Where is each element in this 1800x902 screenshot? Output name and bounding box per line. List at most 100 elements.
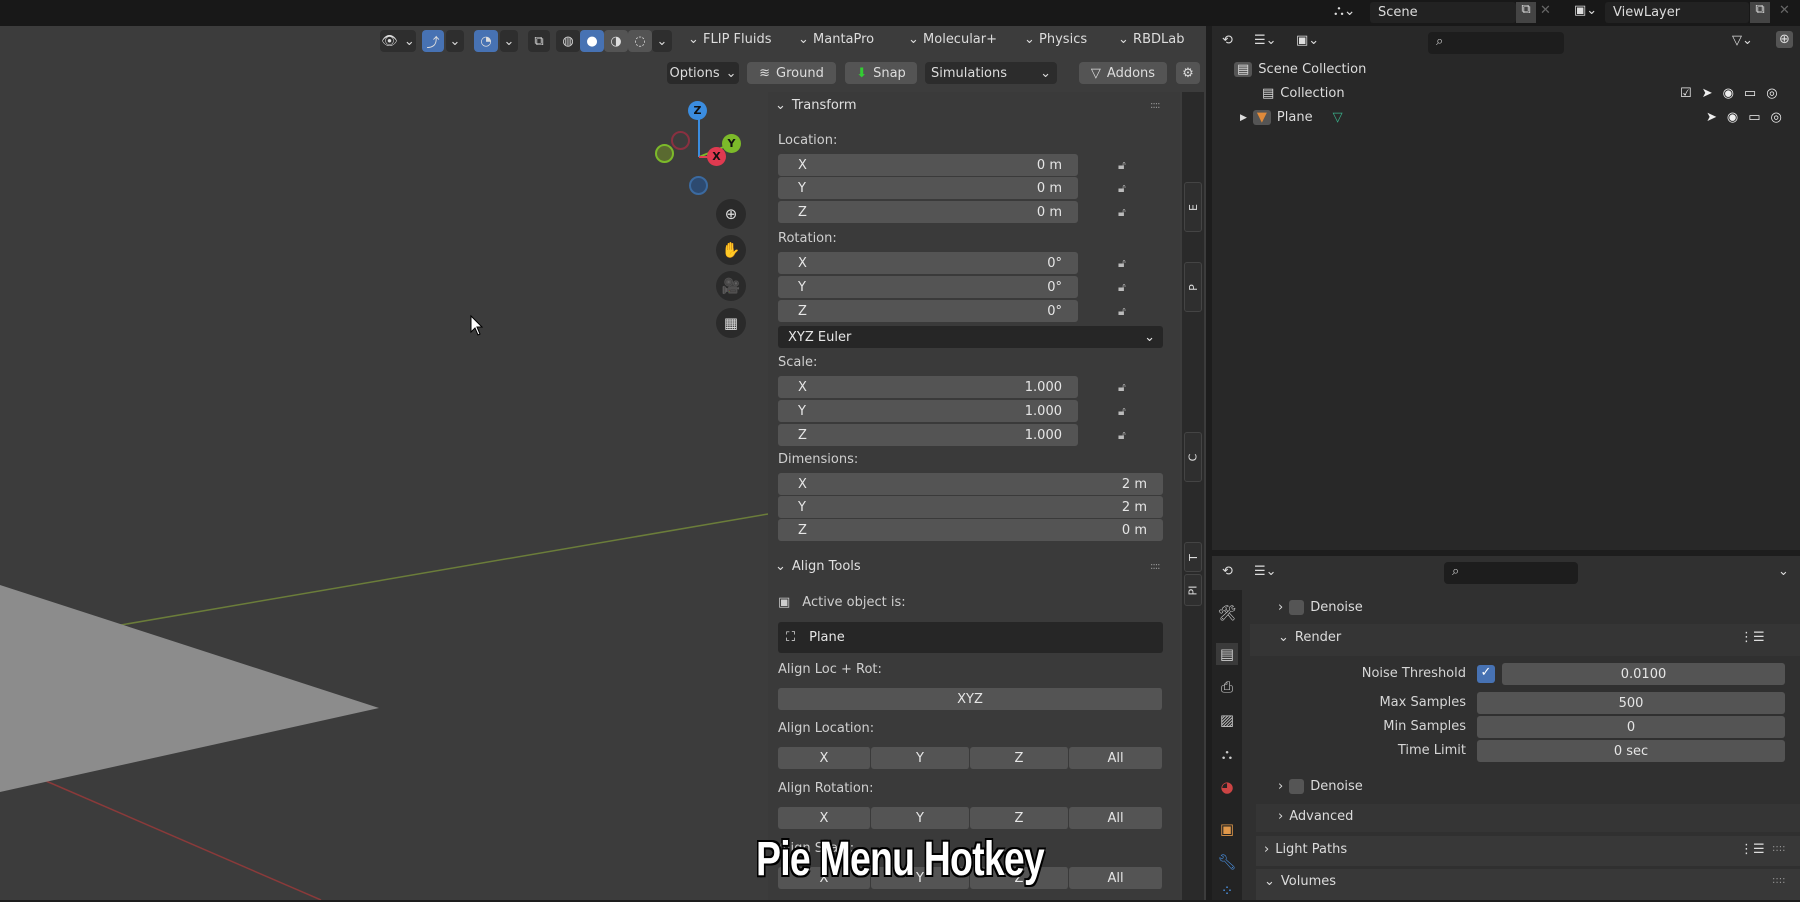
- scene-tab-icon[interactable]: ⛬: [1216, 743, 1238, 765]
- unlock-icon[interactable]: 🔓︎: [1118, 280, 1134, 294]
- output-tab-icon[interactable]: ⎙: [1216, 676, 1238, 698]
- presets-list-icon[interactable]: ⋮☰: [1740, 842, 1765, 857]
- solid-shading-button[interactable]: ●: [580, 30, 604, 52]
- align-rotation-z-button[interactable]: Z: [970, 807, 1069, 829]
- properties-editor-type-icon[interactable]: ⟲: [1222, 564, 1233, 579]
- align-rotation-x-button[interactable]: X: [778, 807, 871, 829]
- render-tab-icon[interactable]: ▤: [1216, 643, 1238, 665]
- camera-view-button[interactable]: 🎥: [716, 271, 746, 301]
- material-shading-button[interactable]: ◑: [604, 30, 628, 52]
- perspective-toggle-button[interactable]: ▦: [716, 308, 746, 338]
- gizmo-dropdown[interactable]: ⌄: [446, 30, 464, 52]
- denoise-subpanel-2[interactable]: › Denoise: [1278, 779, 1363, 794]
- xray-toggle-button[interactable]: ⧉: [528, 30, 550, 52]
- select-arrow-icon[interactable]: ➤: [1706, 110, 1717, 125]
- drag-handle-icon[interactable]: ::::: [1772, 875, 1785, 886]
- gizmo-neg-z[interactable]: [689, 176, 708, 195]
- denoise-checkbox[interactable]: [1289, 779, 1305, 794]
- overlays-toggle-button[interactable]: ◔: [474, 30, 498, 52]
- sidebar-tab-t[interactable]: T: [1184, 542, 1202, 572]
- align-rotation-y-button[interactable]: Y: [871, 807, 970, 829]
- rotation-y-field[interactable]: Y 0°: [778, 276, 1078, 298]
- location-z-field[interactable]: Z0 m: [778, 201, 1078, 223]
- drag-handle-icon[interactable]: ::::: [1150, 100, 1161, 111]
- rotation-z-field[interactable]: Z 0°: [778, 300, 1078, 322]
- align-location-x-button[interactable]: X: [778, 747, 871, 769]
- settings-button[interactable]: ⚙: [1176, 62, 1200, 84]
- presets-list-icon[interactable]: ⋮☰: [1740, 630, 1765, 645]
- dimensions-z-field[interactable]: Z0 m: [778, 519, 1163, 541]
- tool-tab-icon[interactable]: 🛠︎: [1216, 602, 1238, 624]
- unlock-icon[interactable]: 🔓︎: [1118, 158, 1134, 172]
- outliner-editor-type-icon[interactable]: ⟲: [1222, 33, 1233, 48]
- display-mode-dropdown[interactable]: ☰⌄: [1254, 33, 1277, 48]
- drag-handle-icon[interactable]: ::::: [1772, 843, 1785, 854]
- options-dropdown[interactable]: Options ⌄: [667, 62, 739, 84]
- rendered-shading-button[interactable]: ◌: [628, 30, 652, 52]
- monitor-icon[interactable]: ▭: [1744, 86, 1756, 101]
- close-view-layer-icon[interactable]: ✕: [1779, 3, 1790, 18]
- ground-button[interactable]: ≋ Ground: [747, 62, 836, 84]
- denoise-subpanel[interactable]: › Denoise: [1278, 600, 1363, 615]
- view-layer-field[interactable]: ViewLayer: [1605, 2, 1749, 23]
- gizmo-neg-y[interactable]: [655, 144, 674, 163]
- zoom-view-button[interactable]: ⊕: [716, 199, 746, 229]
- sidebar-tab-c[interactable]: C: [1184, 432, 1202, 482]
- wireframe-shading-button[interactable]: ◍: [556, 30, 580, 52]
- checkbox-icon[interactable]: ☑: [1680, 86, 1692, 101]
- scale-x-field[interactable]: X 1.000: [778, 376, 1078, 398]
- chevron-down-icon[interactable]: ⌄: [1778, 564, 1789, 579]
- scene-field[interactable]: Scene: [1370, 2, 1516, 23]
- sidebar-tab-pi[interactable]: PI: [1184, 574, 1202, 606]
- select-arrow-icon[interactable]: ➤: [1702, 86, 1713, 101]
- menu-mantapro[interactable]: ⌄ MantaPro: [798, 32, 874, 47]
- close-scene-icon[interactable]: ✕: [1540, 3, 1551, 18]
- copy-view-layer-icon[interactable]: ⧉: [1750, 2, 1770, 23]
- overlays-dropdown[interactable]: ⌄: [500, 30, 518, 52]
- dimensions-y-field[interactable]: Y2 m: [778, 496, 1163, 518]
- view-layer-tab-icon[interactable]: ▨: [1216, 709, 1238, 731]
- outliner-item-plane[interactable]: ▶ ▼ Plane ▽: [1240, 110, 1343, 125]
- location-x-field[interactable]: X0 m: [778, 154, 1078, 176]
- monitor-icon[interactable]: ▭: [1748, 110, 1760, 125]
- outliner-search-input[interactable]: ⌕: [1428, 32, 1564, 54]
- align-locrot-xyz-button[interactable]: XYZ: [778, 688, 1163, 710]
- scale-z-field[interactable]: Z 1.000: [778, 424, 1078, 446]
- sidebar-tab-p[interactable]: P: [1184, 262, 1202, 312]
- eye-icon[interactable]: ◉: [1727, 110, 1738, 125]
- drag-handle-icon[interactable]: ::::: [1150, 561, 1161, 572]
- unlock-icon[interactable]: 🔓︎: [1118, 428, 1134, 442]
- snap-button[interactable]: ⬇ Snap: [845, 62, 917, 84]
- min-samples-field[interactable]: 0: [1477, 716, 1785, 738]
- advanced-subpanel-title[interactable]: › Advanced: [1278, 809, 1353, 824]
- scale-y-field[interactable]: Y 1.000: [778, 400, 1078, 422]
- unlock-icon[interactable]: 🔓︎: [1118, 205, 1134, 219]
- align-tools-panel-header[interactable]: ⌄ Align Tools: [775, 559, 861, 574]
- noise-threshold-field[interactable]: 0.0100: [1502, 663, 1785, 685]
- location-y-field[interactable]: Y0 m: [778, 177, 1078, 199]
- menu-molecular[interactable]: ⌄ Molecular+: [908, 32, 997, 47]
- rotation-x-field[interactable]: X 0°: [778, 252, 1078, 274]
- outliner-item-collection[interactable]: ▤ Collection: [1262, 86, 1345, 101]
- menu-flip-fluids[interactable]: ⌄ FLIP Fluids: [688, 32, 772, 47]
- gizmo-y[interactable]: Y: [722, 134, 741, 153]
- dimensions-x-field[interactable]: X2 m: [778, 473, 1163, 495]
- camera-icon[interactable]: ◎: [1766, 86, 1777, 101]
- camera-icon[interactable]: ◎: [1771, 110, 1782, 125]
- world-tab-icon[interactable]: ◕: [1216, 776, 1238, 798]
- eye-icon[interactable]: ◉: [1723, 86, 1734, 101]
- scene-selector-icon[interactable]: ⛬⌄: [1334, 3, 1356, 19]
- shading-dropdown[interactable]: ⌄: [652, 30, 672, 52]
- copy-scene-icon[interactable]: ⧉: [1516, 2, 1536, 23]
- max-samples-field[interactable]: 500: [1477, 692, 1785, 714]
- new-collection-icon[interactable]: ⊕: [1776, 31, 1793, 48]
- gizmo-x[interactable]: X: [707, 147, 726, 166]
- addons-button[interactable]: ▽ Addons: [1079, 62, 1167, 84]
- view-layer-icon[interactable]: ▣⌄: [1574, 3, 1597, 18]
- gizmo-toggle-button[interactable]: ⤴: [422, 30, 444, 52]
- align-rotation-all-button[interactable]: All: [1069, 807, 1163, 829]
- gizmo-neg-x[interactable]: [671, 131, 690, 150]
- pan-view-button[interactable]: ✋: [716, 235, 746, 265]
- properties-options-dropdown[interactable]: ☰⌄: [1254, 564, 1277, 579]
- noise-threshold-checkbox[interactable]: ✓: [1477, 665, 1495, 683]
